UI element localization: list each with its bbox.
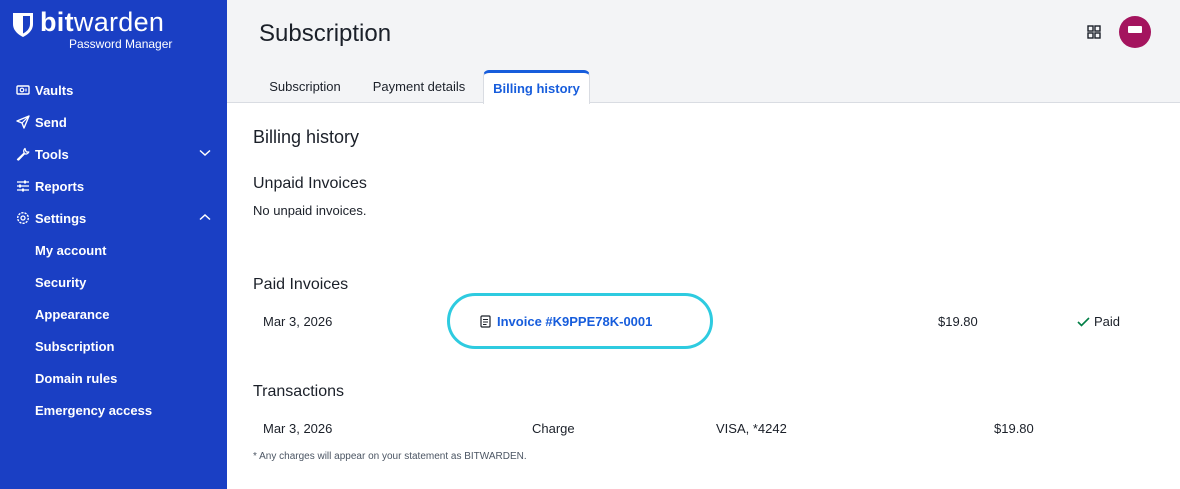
sidebar-item-vaults[interactable]: Vaults: [0, 74, 227, 106]
page-title: Subscription: [259, 20, 392, 47]
sliders-icon: [17, 180, 29, 192]
transactions-heading: Transactions: [253, 383, 344, 400]
sidebar-item-my-account[interactable]: My account: [35, 243, 107, 267]
product-switcher-icon[interactable]: [1087, 25, 1101, 39]
sidebar-item-tools[interactable]: Tools: [0, 138, 227, 170]
send-icon: [16, 115, 30, 129]
wrench-icon: [16, 147, 30, 161]
statement-note: * Any charges will appear on your statem…: [253, 451, 527, 462]
page-header: Subscription Subscription Payment detail…: [227, 0, 1180, 104]
sidebar-item-domain-rules[interactable]: Domain rules: [35, 371, 117, 395]
vault-icon: [16, 85, 30, 95]
avatar[interactable]: [1119, 16, 1151, 48]
tab-billing-history[interactable]: Billing history: [483, 70, 590, 104]
sidebar-item-subscription[interactable]: Subscription: [35, 339, 114, 363]
gear-icon: [16, 211, 30, 225]
document-icon: [480, 315, 491, 328]
sidebar-item-label: Reports: [35, 179, 85, 194]
unpaid-invoices-heading: Unpaid Invoices: [253, 175, 367, 192]
shield-logo-icon: [13, 13, 33, 37]
sidebar-item-label: Vaults: [35, 83, 74, 98]
invoice-amount: $19.80: [938, 314, 978, 329]
check-icon: [1077, 316, 1090, 327]
invoice-link-label: Invoice #K9PPE78K-0001: [497, 314, 653, 329]
sidebar-item-emergency-access[interactable]: Emergency access: [35, 403, 152, 427]
sidebar-item-settings[interactable]: Settings: [0, 202, 227, 234]
transaction-method: VISA, *4242: [716, 421, 787, 436]
sidebar-item-appearance[interactable]: Appearance: [35, 307, 109, 331]
chevron-down-icon: [199, 149, 211, 157]
invoice-link[interactable]: Invoice #K9PPE78K-0001: [480, 314, 652, 329]
invoice-status-label: Paid: [1094, 314, 1121, 329]
sidebar-item-label: Settings: [35, 211, 87, 226]
sidebar-item-reports[interactable]: Reports: [0, 170, 227, 202]
brand-subtitle: Password Manager: [69, 37, 173, 51]
transaction-type: Charge: [532, 421, 575, 436]
sidebar-item-label: Send: [35, 115, 67, 130]
transaction-date: Mar 3, 2026: [263, 421, 333, 436]
tab-subscription[interactable]: Subscription: [255, 70, 355, 103]
main-content: Billing history Unpaid Invoices No unpai…: [227, 103, 1180, 489]
paid-invoices-heading: Paid Invoices: [253, 276, 349, 293]
brand-name: bitwarden: [40, 7, 165, 37]
tab-payment-details[interactable]: Payment details: [363, 70, 475, 103]
invoice-status: Paid: [1077, 314, 1120, 329]
chevron-up-icon: [199, 213, 211, 221]
sidebar: bitwarden Password Manager Vaults Send T…: [0, 0, 227, 489]
sidebar-item-label: Tools: [35, 147, 69, 162]
transaction-amount: $19.80: [994, 421, 1034, 436]
invoice-date: Mar 3, 2026: [263, 314, 333, 329]
no-unpaid-invoices-text: No unpaid invoices.: [253, 203, 367, 218]
billing-history-heading: Billing history: [253, 127, 360, 147]
bitwarden-logo[interactable]: bitwarden Password Manager: [12, 7, 212, 54]
sidebar-item-security[interactable]: Security: [35, 275, 86, 299]
sidebar-item-send[interactable]: Send: [0, 106, 227, 138]
